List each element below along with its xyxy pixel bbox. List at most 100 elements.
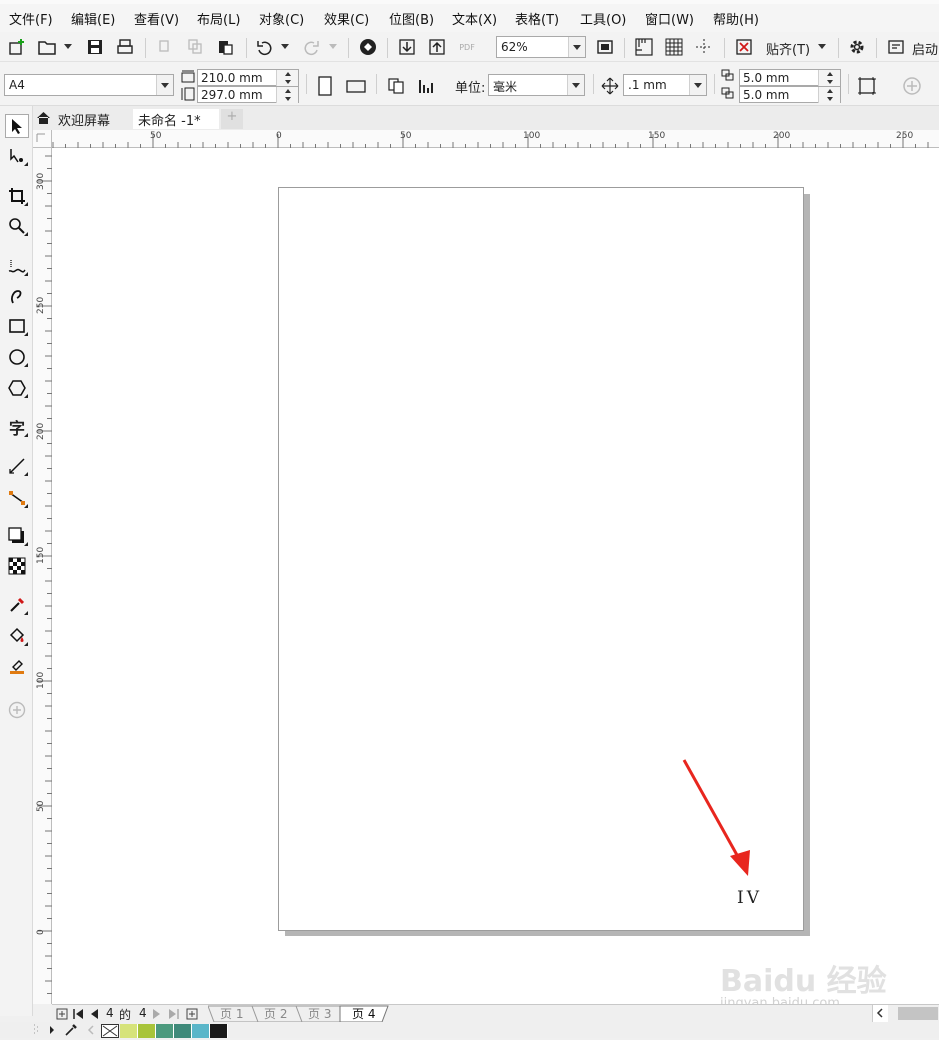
menu-edit[interactable]: 编辑(E): [71, 9, 115, 28]
page-tab-4[interactable]: 页 4: [352, 1005, 375, 1023]
copy-icon[interactable]: [184, 36, 206, 58]
crop-tool-icon[interactable]: [5, 184, 29, 208]
previous-page-icon[interactable]: [89, 1008, 99, 1020]
menu-bitmap[interactable]: 位图(B): [389, 9, 434, 28]
menu-effects[interactable]: 效果(C): [324, 9, 369, 28]
freehand-tool-icon[interactable]: [5, 254, 29, 278]
cut-icon[interactable]: [154, 36, 176, 58]
show-rulers-icon[interactable]: [633, 36, 655, 58]
chevron-down-icon[interactable]: [567, 75, 584, 95]
snap-off-icon[interactable]: [733, 36, 755, 58]
show-grid-icon[interactable]: [663, 36, 685, 58]
add-page-before-icon[interactable]: [56, 1008, 68, 1020]
menu-help[interactable]: 帮助(H): [713, 9, 759, 28]
color-swatch[interactable]: [120, 1024, 138, 1038]
spin-down-icon[interactable]: [818, 78, 840, 86]
redo-icon[interactable]: [300, 36, 322, 58]
show-guidelines-icon[interactable]: [693, 36, 715, 58]
next-page-icon[interactable]: [152, 1008, 162, 1020]
page-tab-2[interactable]: 页 2: [264, 1005, 287, 1023]
add-document-tab[interactable]: +: [221, 109, 243, 129]
search-content-icon[interactable]: [357, 36, 379, 58]
current-page-number[interactable]: 4: [106, 1006, 114, 1020]
spin-up-icon[interactable]: [276, 70, 298, 78]
smart-fill-icon[interactable]: [5, 654, 29, 678]
undo-icon[interactable]: [254, 36, 276, 58]
page-height-field[interactable]: 297.0 mm: [197, 86, 299, 103]
open-folder-icon[interactable]: [36, 36, 58, 58]
page-tab-3[interactable]: 页 3: [308, 1005, 331, 1023]
ruler-origin[interactable]: [33, 130, 52, 148]
units-select[interactable]: 毫米: [488, 74, 585, 96]
page-tab-1[interactable]: 页 1: [220, 1005, 243, 1023]
eyedropper-tool-icon[interactable]: [5, 593, 29, 617]
first-page-icon[interactable]: [72, 1008, 84, 1020]
color-swatch[interactable]: [192, 1024, 210, 1038]
color-swatch[interactable]: [156, 1024, 174, 1038]
gear-icon[interactable]: [846, 36, 868, 58]
scroll-left-icon[interactable]: [872, 1005, 888, 1022]
spin-icon[interactable]: [689, 75, 706, 95]
menu-text[interactable]: 文本(X): [452, 9, 497, 28]
drop-shadow-icon[interactable]: [5, 524, 29, 548]
color-swatch[interactable]: [210, 1024, 228, 1038]
transparency-tool-icon[interactable]: [5, 554, 29, 578]
vertical-ruler[interactable]: 300 250 200 150 100 50 0: [33, 148, 52, 1004]
import-icon[interactable]: [396, 36, 418, 58]
spin-up-icon[interactable]: [818, 87, 840, 95]
snap-dropdown-icon[interactable]: [818, 44, 826, 49]
page-width-field[interactable]: 210.0 mm: [197, 69, 299, 86]
nudge-distance-field[interactable]: .1 mm: [623, 74, 707, 96]
full-screen-icon[interactable]: [594, 36, 616, 58]
bleed-icon[interactable]: [856, 75, 878, 97]
menu-table[interactable]: 表格(T): [515, 9, 559, 28]
export-icon[interactable]: [426, 36, 448, 58]
tab-welcome[interactable]: 欢迎屏幕: [33, 109, 131, 129]
last-page-icon[interactable]: [168, 1008, 180, 1020]
ellipse-tool-icon[interactable]: [5, 345, 29, 369]
duplicate-x-field[interactable]: 5.0 mm: [739, 69, 841, 86]
menu-file[interactable]: 文件(F): [9, 9, 53, 28]
add-tool-icon[interactable]: [5, 698, 29, 722]
spin-up-icon[interactable]: [818, 70, 840, 78]
dimension-tool-icon[interactable]: [5, 454, 29, 478]
chevron-down-icon[interactable]: [568, 37, 585, 57]
spin-up-icon[interactable]: [276, 87, 298, 95]
undo-dropdown-icon[interactable]: [281, 44, 289, 49]
new-document-icon[interactable]: [6, 36, 28, 58]
menu-object[interactable]: 对象(C): [259, 9, 304, 28]
menu-tools[interactable]: 工具(O): [580, 9, 626, 28]
document-page[interactable]: [278, 187, 804, 931]
color-swatch[interactable]: [138, 1024, 156, 1038]
zoom-level-select[interactable]: 62%: [496, 36, 586, 58]
shape-tool-icon[interactable]: [5, 144, 29, 168]
menu-layout[interactable]: 布局(L): [197, 9, 240, 28]
eyedropper-icon[interactable]: [64, 1023, 78, 1037]
connector-tool-icon[interactable]: [5, 486, 29, 510]
add-icon[interactable]: [901, 75, 923, 97]
add-page-after-icon[interactable]: [186, 1008, 198, 1020]
polygon-tool-icon[interactable]: [5, 376, 29, 400]
artistic-media-icon[interactable]: [5, 284, 29, 308]
horizontal-ruler[interactable]: 50 0 50 100 150 200 250: [33, 130, 939, 148]
interactive-fill-icon[interactable]: [5, 624, 29, 648]
chevron-down-icon[interactable]: [156, 75, 173, 95]
text-tool-icon[interactable]: 字: [5, 415, 29, 439]
no-color-swatch[interactable]: [101, 1024, 119, 1038]
menu-view[interactable]: 查看(V): [134, 9, 179, 28]
duplicate-y-field[interactable]: 5.0 mm: [739, 86, 841, 103]
spin-down-icon[interactable]: [276, 78, 298, 86]
spin-down-icon[interactable]: [276, 95, 298, 103]
horizontal-scrollbar[interactable]: [898, 1007, 938, 1020]
save-icon[interactable]: [84, 36, 106, 58]
zoom-tool-icon[interactable]: [5, 214, 29, 238]
color-swatch[interactable]: [174, 1024, 192, 1038]
palette-scroll-left-icon[interactable]: [86, 1024, 96, 1036]
launch-icon[interactable]: [885, 36, 907, 58]
palette-expand-icon[interactable]: [48, 1025, 56, 1035]
spin-down-icon[interactable]: [818, 95, 840, 103]
page-number-text[interactable]: IV: [737, 888, 762, 908]
redo-dropdown-icon[interactable]: [329, 44, 337, 49]
paste-icon[interactable]: [214, 36, 236, 58]
portrait-icon[interactable]: [314, 75, 336, 97]
